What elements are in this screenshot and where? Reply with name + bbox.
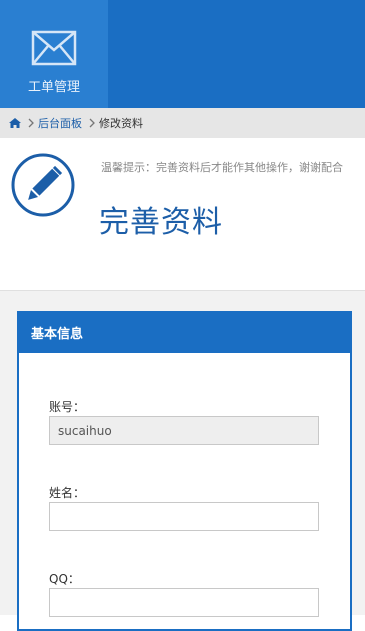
breadcrumb: 后台面板 修改资料	[0, 108, 365, 138]
name-field[interactable]	[49, 502, 319, 531]
nav-item-label: 工单管理	[27, 80, 80, 95]
envelope-icon	[31, 30, 77, 66]
top-nav-bar: 工单管理	[0, 0, 365, 108]
chevron-right-icon	[28, 118, 34, 128]
qq-label: QQ：	[49, 572, 80, 586]
panel-title: 基本信息	[17, 311, 352, 353]
name-label: 姓名：	[49, 486, 86, 500]
account-label: 账号：	[49, 400, 86, 414]
content-area: 基本信息 账号： 姓名： QQ：	[0, 290, 365, 631]
nav-item-ticket-management[interactable]: 工单管理	[0, 0, 108, 108]
basic-info-panel: 基本信息 账号： 姓名： QQ：	[17, 311, 352, 631]
tip-text: 温馨提示：完善资料后才能作其他操作，谢谢配合	[101, 161, 343, 174]
breadcrumb-link-dashboard[interactable]: 后台面板	[38, 115, 82, 131]
pencil-icon	[11, 153, 75, 217]
account-field[interactable]	[49, 416, 319, 445]
chevron-right-icon	[89, 118, 95, 128]
page-header: 温馨提示：完善资料后才能作其他操作，谢谢配合 完善资料	[0, 138, 365, 290]
breadcrumb-current: 修改资料	[99, 117, 143, 130]
qq-field[interactable]	[49, 588, 319, 617]
page-title: 完善资料	[99, 205, 223, 240]
home-icon[interactable]	[9, 117, 21, 129]
